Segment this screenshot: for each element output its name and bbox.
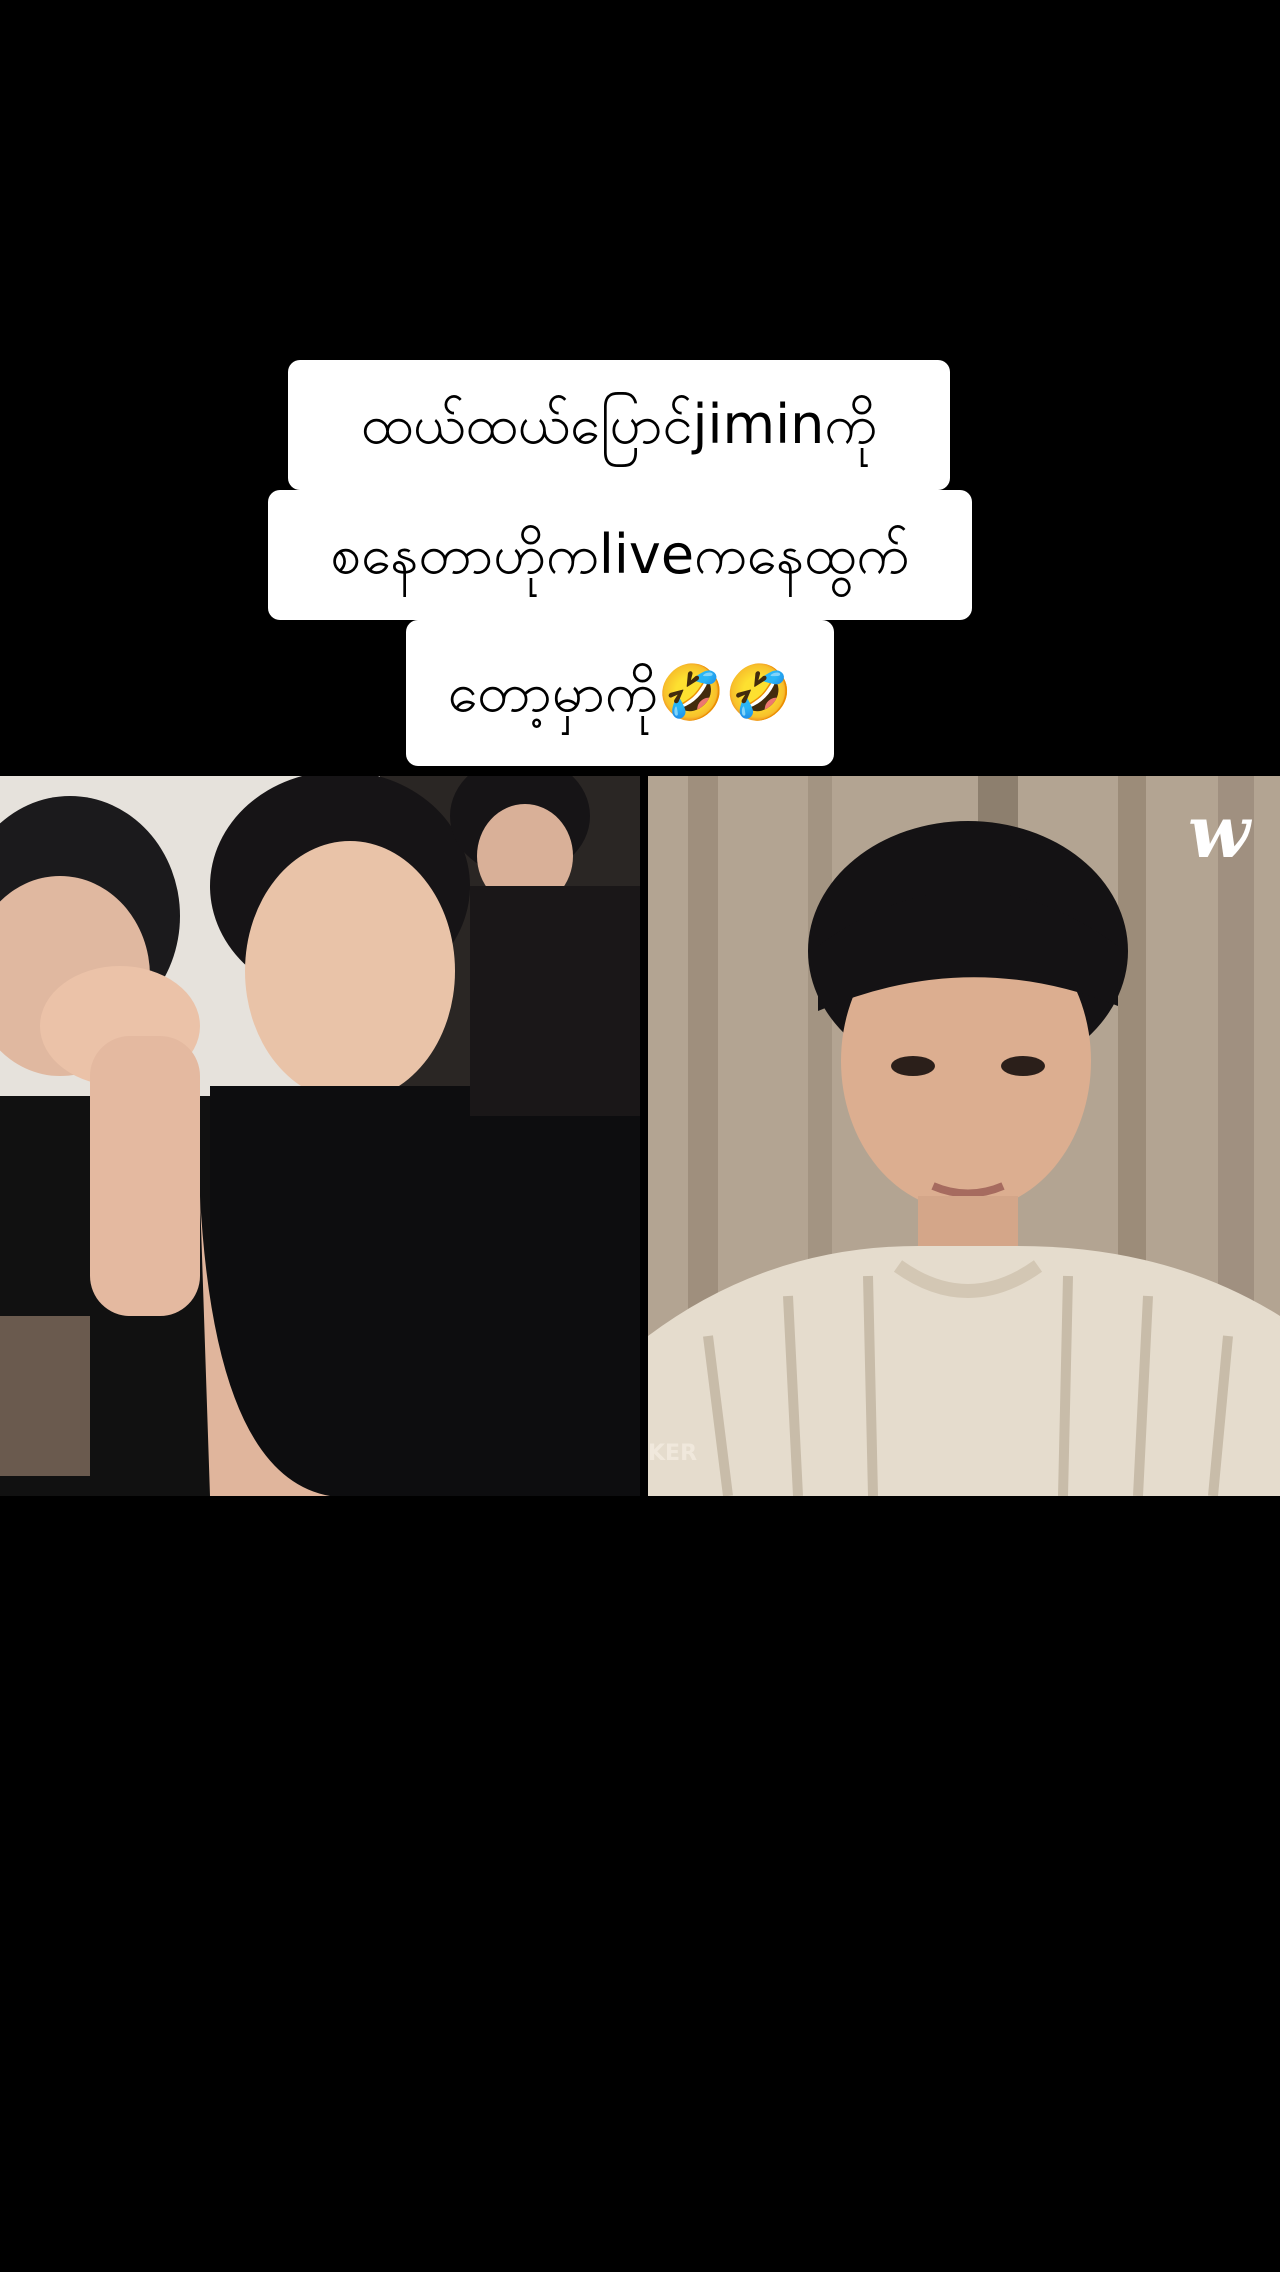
caption-line-3: တော့မှာကို🤣🤣 <box>406 620 834 766</box>
right-video-frame[interactable]: w KER <box>648 776 1280 1496</box>
right-video-scene <box>648 776 1280 1496</box>
left-video-frame[interactable] <box>0 776 640 1496</box>
left-video-scene <box>0 776 640 1496</box>
weverse-logo: w <box>1188 789 1250 874</box>
cropped-watermark-text: KER <box>648 1441 698 1466</box>
caption-line-1: ထယ်ထယ်ပြောင်jiminကို <box>288 360 950 490</box>
caption-line-2: စနေတာဟိုကliveကနေထွက် <box>268 490 972 620</box>
